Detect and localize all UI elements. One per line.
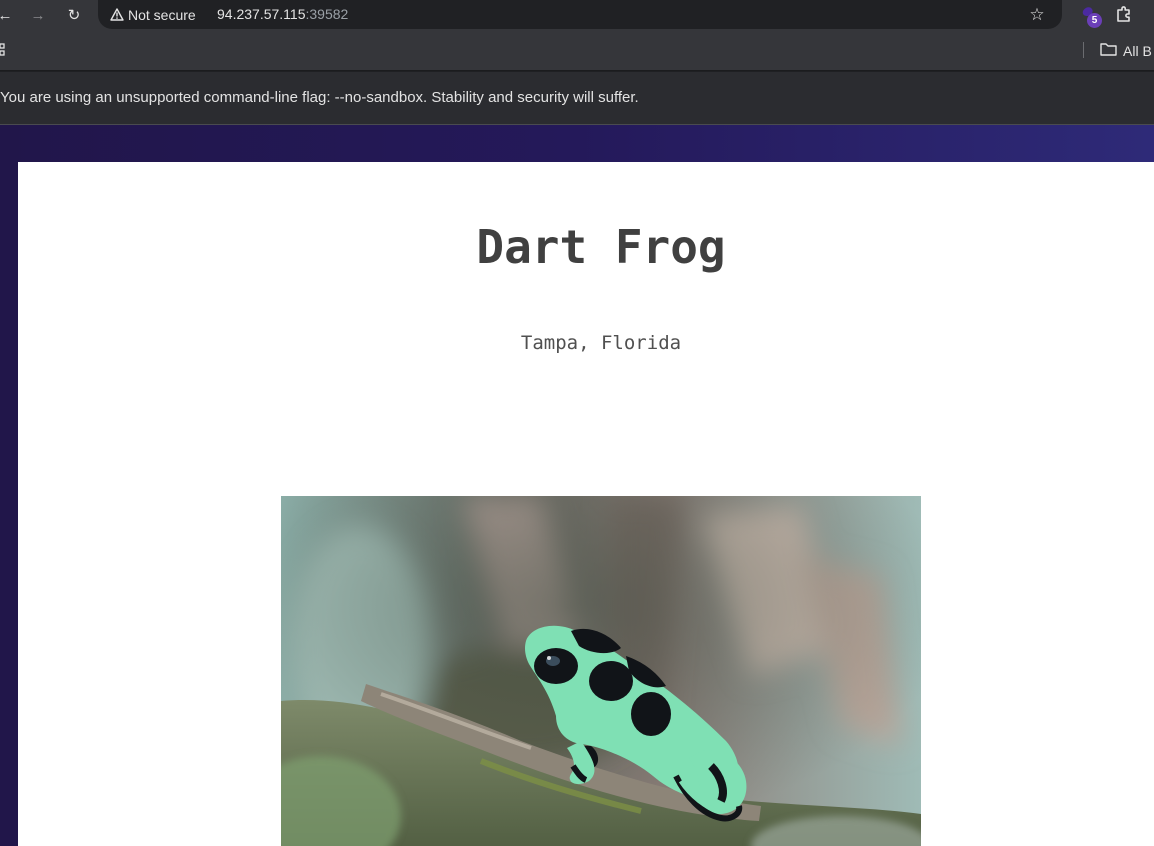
extension-badge: 5: [1087, 13, 1102, 28]
frog-photo: [281, 496, 921, 846]
extensions-puzzle-icon[interactable]: [1114, 4, 1136, 26]
bookmarks-bar: All B: [0, 29, 1154, 71]
warning-triangle-icon: [110, 8, 124, 21]
browser-toolbar: ← → ↻ Not secure 94.237.57.115:39582 ☆ 5: [0, 0, 1154, 29]
reload-icon[interactable]: ↻: [63, 4, 85, 26]
security-chip[interactable]: Not secure: [110, 6, 196, 23]
url-text[interactable]: 94.237.57.115:39582: [217, 6, 348, 22]
url-host: 94.237.57.115: [217, 6, 306, 22]
location-text: Tampa, Florida: [520, 332, 682, 354]
back-arrow-icon[interactable]: ←: [0, 4, 16, 26]
folder-icon: [1100, 42, 1117, 59]
address-bar[interactable]: Not secure 94.237.57.115:39582 ☆: [98, 0, 1062, 29]
all-bookmarks-button[interactable]: All B: [1100, 42, 1152, 59]
page-title: Dart Frog: [476, 220, 726, 274]
bookmarks-separator: [1083, 42, 1084, 58]
security-label: Not secure: [128, 6, 196, 23]
url-port: :39582: [305, 6, 349, 22]
all-bookmarks-label: All B: [1123, 42, 1152, 59]
page-viewport: Dart Frog Tampa, Florida: [0, 125, 1154, 846]
warning-infobar: You are using an unsupported command-lin…: [0, 72, 1154, 125]
forward-arrow-icon[interactable]: →: [27, 4, 49, 26]
apps-grid-icon[interactable]: [0, 43, 10, 57]
frog-illustration: [281, 496, 921, 846]
bookmark-star-icon[interactable]: ☆: [1026, 4, 1048, 26]
content-card: Dart Frog Tampa, Florida: [18, 162, 1154, 846]
infobar-message: You are using an unsupported command-lin…: [0, 89, 639, 106]
